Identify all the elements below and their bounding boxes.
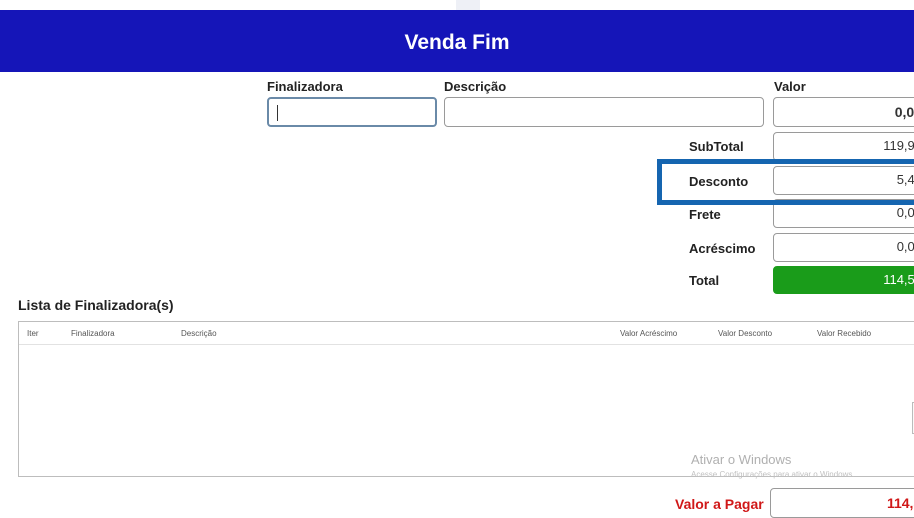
descricao-label: Descrição: [444, 79, 507, 94]
table-header: Iter Finalizadora Descrição Valor Acrésc…: [19, 322, 914, 345]
finalizadora-label: Finalizadora: [267, 79, 343, 94]
acrescimo-label: Acréscimo: [689, 241, 756, 256]
valor-input[interactable]: 0,00: [773, 97, 914, 127]
acrescimo-value: 0,00: [896, 239, 914, 254]
valor-input-value: 0,00: [894, 104, 914, 120]
column-header-finalizadora: Finalizadora: [71, 329, 115, 338]
frete-value: 0,00: [896, 205, 914, 220]
header-bar: Venda Fim: [0, 10, 914, 72]
window-top-notch: [456, 0, 480, 10]
column-header-valor-acrescimo: Valor Acréscimo: [620, 329, 678, 338]
valor-label: Valor: [774, 79, 806, 94]
column-header-valor-desconto: Valor Desconto: [718, 329, 773, 338]
valor-a-pagar-label: Valor a Pagar: [675, 496, 764, 512]
finalizadora-input[interactable]: [267, 97, 437, 127]
column-header-valor-recebido: Valor Recebido: [817, 329, 872, 338]
subtotal-field: 119,97: [773, 132, 914, 161]
column-header-descricao: Descrição: [181, 329, 217, 338]
valor-a-pagar-field: 114,57: [770, 488, 914, 518]
frete-label: Frete: [689, 207, 721, 222]
total-field: 114,57: [773, 266, 914, 294]
total-label: Total: [689, 273, 720, 288]
finalizadora-list-title: Lista de Finalizadora(s): [18, 297, 174, 313]
windows-activation-watermark: Ativar o Windows: [691, 452, 792, 467]
desconto-highlight-box: [657, 159, 914, 205]
windows-activation-hint: Acesse Configurações para ativar o Windo…: [691, 470, 855, 479]
text-caret: [277, 105, 278, 121]
page-title: Venda Fim: [404, 31, 510, 54]
total-value: 114,57: [883, 272, 914, 287]
valor-a-pagar-value: 114,57: [886, 495, 914, 511]
descricao-input[interactable]: [444, 97, 764, 127]
subtotal-label: SubTotal: [689, 139, 744, 154]
subtotal-value: 119,97: [883, 138, 914, 153]
column-header-iter: Iter: [27, 329, 39, 338]
acrescimo-field[interactable]: 0,00: [773, 233, 914, 262]
